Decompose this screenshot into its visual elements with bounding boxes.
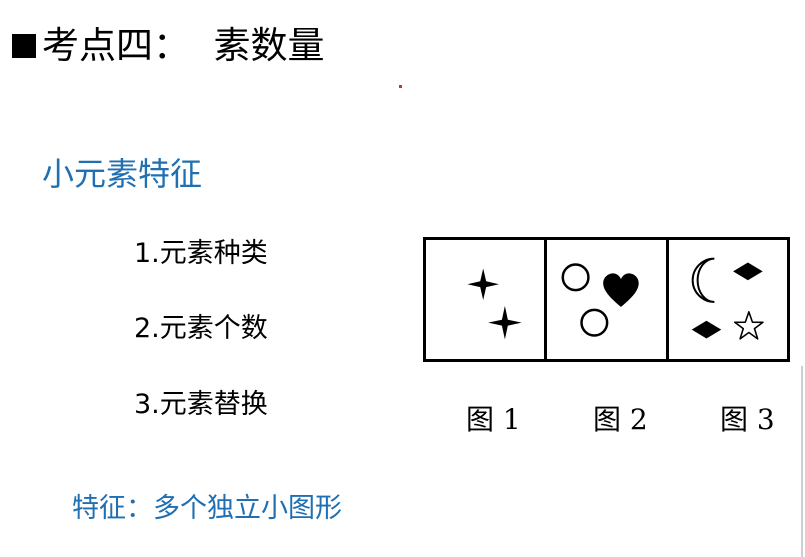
section-subtitle: 小元素特征 bbox=[42, 155, 203, 193]
heart-icon bbox=[603, 273, 640, 307]
bullet-square-icon bbox=[12, 34, 36, 58]
page-title: 考点四： 素数量 bbox=[12, 22, 325, 70]
figure-panel-1 bbox=[426, 240, 544, 359]
figure-panel-3 bbox=[665, 240, 787, 359]
diamond-icon bbox=[732, 262, 763, 281]
figure-label-3: 图 3 bbox=[720, 403, 775, 436]
feature-summary: 特征：多个独立小图形 bbox=[72, 493, 342, 524]
page-edge-divider bbox=[801, 366, 803, 557]
diamond-icon bbox=[691, 320, 721, 339]
stray-mark bbox=[399, 85, 402, 88]
four-point-star-icon bbox=[488, 305, 522, 340]
figure-strip bbox=[423, 237, 790, 362]
figure-2-canvas bbox=[561, 263, 640, 337]
circle-icon bbox=[580, 308, 609, 337]
list-item-element-count: 2.元素个数 bbox=[134, 313, 268, 344]
four-point-star-icon bbox=[467, 268, 499, 300]
figure-label-1: 图 1 bbox=[466, 403, 521, 436]
five-point-star-icon bbox=[733, 311, 764, 340]
figure-3-canvas bbox=[691, 257, 764, 340]
circle-icon bbox=[561, 263, 590, 292]
list-item-element-type: 1.元素种类 bbox=[134, 238, 268, 269]
page-title-text: 考点四： 素数量 bbox=[42, 24, 325, 67]
list-item-element-replacement: 3.元素替换 bbox=[134, 389, 268, 420]
figure-panel-2 bbox=[544, 240, 665, 359]
figure-1-canvas bbox=[467, 268, 522, 340]
figure-label-2: 图 2 bbox=[593, 403, 648, 436]
crescent-moon-icon bbox=[691, 257, 715, 303]
